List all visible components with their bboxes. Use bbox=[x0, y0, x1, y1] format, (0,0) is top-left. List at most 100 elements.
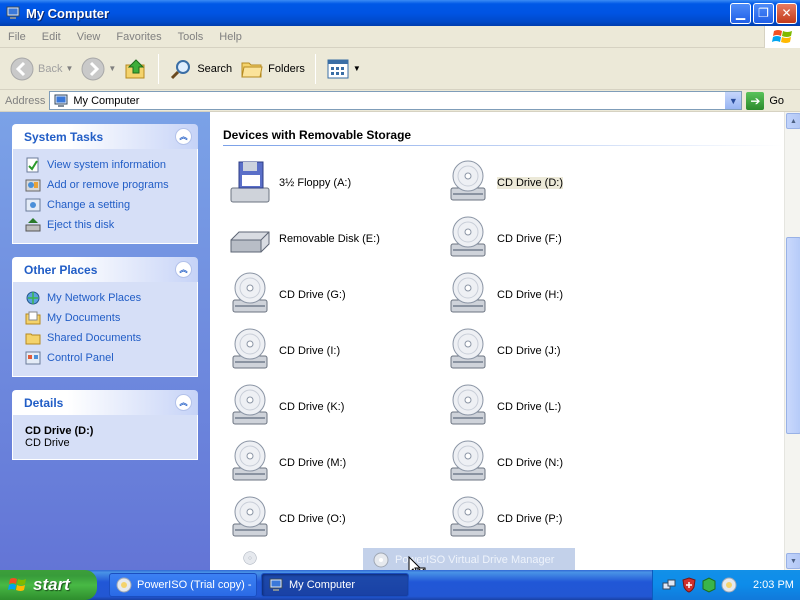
restore-button[interactable]: ❐ bbox=[753, 2, 774, 24]
details-header[interactable]: Details ︽ bbox=[12, 390, 198, 415]
forward-button[interactable]: ▼ bbox=[77, 52, 120, 86]
address-input[interactable]: My Computer ▼ bbox=[49, 91, 743, 110]
cd-icon bbox=[373, 552, 389, 568]
views-icon bbox=[327, 59, 349, 78]
drive-item[interactable]: CD Drive (D:) bbox=[443, 158, 563, 208]
my-network-places-link[interactable]: My Network Places bbox=[25, 288, 191, 308]
go-arrow-icon: ➔ bbox=[746, 91, 765, 110]
up-folder-icon bbox=[125, 58, 145, 78]
views-button[interactable]: ▼ bbox=[322, 52, 365, 86]
floppy-drive-icon bbox=[230, 161, 270, 203]
drive-label: CD Drive (H:) bbox=[497, 289, 563, 301]
my-computer-icon bbox=[269, 578, 283, 591]
close-button[interactable]: ✕ bbox=[776, 2, 797, 24]
drive-item[interactable]: CD Drive (I:) bbox=[225, 326, 340, 376]
drive-item[interactable]: CD Drive (F:) bbox=[443, 214, 562, 264]
cd-drive-icon bbox=[243, 551, 257, 565]
cd-drive-icon bbox=[232, 328, 268, 369]
address-value: My Computer bbox=[73, 94, 140, 107]
drive-item[interactable]: CD Drive (H:) bbox=[443, 270, 563, 320]
scroll-up-button[interactable]: ▲ bbox=[786, 113, 800, 129]
scroll-down-button[interactable]: ▼ bbox=[786, 553, 800, 569]
menu-help[interactable]: Help bbox=[211, 31, 250, 43]
folders-icon bbox=[241, 62, 263, 77]
drive-item[interactable]: CD Drive (M:) bbox=[225, 438, 346, 488]
drive-item[interactable]: CD Drive (L:) bbox=[443, 382, 561, 432]
task-pane: System Tasks ︽ View system information A… bbox=[0, 112, 210, 570]
search-button[interactable]: Search bbox=[165, 52, 236, 86]
drive-label: 3½ Floppy (A:) bbox=[279, 177, 352, 189]
details-item-type: CD Drive bbox=[25, 437, 70, 449]
windows-flag-icon bbox=[8, 578, 26, 591]
views-dropdown-icon: ▼ bbox=[352, 64, 361, 73]
title-bar[interactable]: My Computer ▁ ❐ ✕ bbox=[0, 0, 800, 26]
drive-item[interactable]: CD Drive (N:) bbox=[443, 438, 563, 488]
folders-button[interactable]: Folders bbox=[236, 52, 309, 86]
toolbar: Back ▼ ▼ Search Folders ▼ bbox=[0, 48, 800, 90]
up-folder-button[interactable] bbox=[120, 52, 152, 86]
other-places-header[interactable]: Other Places ︽ bbox=[12, 257, 198, 282]
minimize-icon: ▁ bbox=[735, 6, 746, 20]
drive-item[interactable]: CD Drive (P:) bbox=[443, 494, 562, 544]
cd-drive-icon bbox=[450, 328, 486, 369]
group-header: Devices with Removable Storage bbox=[223, 128, 412, 142]
view-system-information-link[interactable]: View system information bbox=[25, 155, 191, 175]
change-a-setting-link[interactable]: Change a setting bbox=[25, 195, 191, 215]
collapse-icon[interactable]: ︽ bbox=[175, 261, 192, 278]
taskbar-button-my-computer[interactable]: My Computer bbox=[261, 573, 409, 597]
network-tray-icon[interactable] bbox=[661, 577, 677, 593]
my-documents-icon bbox=[25, 311, 41, 325]
eject-this-disk-link[interactable]: Eject this disk bbox=[25, 215, 191, 235]
drive-item[interactable]: 3½ Floppy (A:) bbox=[225, 158, 351, 208]
drive-item[interactable]: CD Drive (J:) bbox=[443, 326, 561, 376]
menu-tools[interactable]: Tools bbox=[170, 31, 212, 43]
address-label: Address bbox=[5, 94, 46, 107]
my-computer-icon bbox=[6, 6, 20, 19]
menu-favorites[interactable]: Favorites bbox=[108, 31, 169, 43]
address-dropdown-button[interactable]: ▼ bbox=[724, 92, 742, 109]
removable-disk-icon bbox=[230, 231, 270, 253]
collapse-icon[interactable]: ︽ bbox=[175, 128, 192, 145]
system-information-icon bbox=[26, 157, 39, 173]
go-label: Go bbox=[769, 94, 785, 107]
drive-item[interactable]: CD Drive (K:) bbox=[225, 382, 344, 432]
chevron-down-icon: ▼ bbox=[728, 95, 738, 106]
menu-edit[interactable]: Edit bbox=[34, 31, 69, 43]
minimize-button[interactable]: ▁ bbox=[730, 2, 751, 24]
cd-drive-icon bbox=[450, 216, 486, 257]
poweriso-icon bbox=[116, 577, 132, 593]
system-tasks-panel: System Tasks ︽ View system information A… bbox=[12, 124, 198, 244]
control-panel-link[interactable]: Control Panel bbox=[25, 348, 191, 368]
cd-drive-icon bbox=[450, 384, 486, 425]
address-bar: Address My Computer ▼ ➔ Go bbox=[0, 90, 800, 112]
drive-label: CD Drive (L:) bbox=[497, 401, 562, 413]
drive-item[interactable]: Removable Disk (E:) bbox=[225, 214, 380, 264]
menu-file[interactable]: File bbox=[0, 31, 34, 43]
scroll-thumb[interactable] bbox=[786, 237, 800, 434]
vertical-scrollbar[interactable]: ▲ ▼ bbox=[784, 112, 800, 570]
shared-folder-icon bbox=[25, 333, 41, 345]
drive-item[interactable]: CD Drive (G:) bbox=[225, 270, 346, 320]
drag-ghost: PowerISO Virtual Drive Manager bbox=[363, 548, 575, 572]
taskbar-button-poweriso[interactable]: PowerISO (Trial copy) - bbox=[109, 573, 257, 597]
folders-label: Folders bbox=[268, 62, 305, 75]
back-button[interactable]: Back ▼ bbox=[6, 52, 77, 86]
shared-documents-link[interactable]: Shared Documents bbox=[25, 328, 191, 348]
cd-drive-icon bbox=[232, 272, 268, 313]
collapse-icon[interactable]: ︽ bbox=[175, 394, 192, 411]
start-button[interactable]: start bbox=[0, 570, 97, 600]
control-panel-icon bbox=[25, 351, 41, 365]
drive-item[interactable]: CD Drive (O:) bbox=[225, 494, 346, 544]
menu-bar: File Edit View Favorites Tools Help bbox=[0, 26, 800, 48]
system-tasks-header[interactable]: System Tasks ︽ bbox=[12, 124, 198, 149]
network-places-icon bbox=[26, 291, 40, 305]
cd-drive-icon bbox=[450, 160, 486, 201]
security-shield-icon[interactable] bbox=[681, 577, 697, 593]
poweriso-tray-icon[interactable] bbox=[721, 577, 737, 593]
details-title: Details bbox=[24, 395, 64, 410]
add-remove-programs-link[interactable]: Add or remove programs bbox=[25, 175, 191, 195]
menu-view[interactable]: View bbox=[69, 31, 109, 43]
my-documents-link[interactable]: My Documents bbox=[25, 308, 191, 328]
update-tray-icon[interactable] bbox=[701, 577, 717, 593]
go-button[interactable]: ➔ Go bbox=[746, 91, 785, 110]
